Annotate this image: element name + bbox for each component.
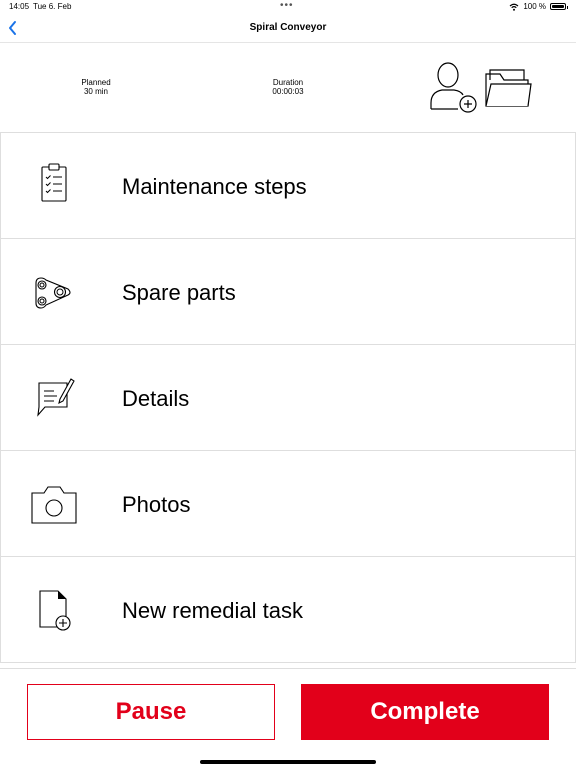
status-bar: 14:05 Tue 6. Feb ••• 100 % <box>0 0 576 16</box>
battery-percent: 100 % <box>523 2 546 11</box>
clipboard-checklist-icon <box>41 163 67 202</box>
add-user-icon[interactable] <box>428 61 478 113</box>
page-title: Spiral Conveyor <box>249 22 327 33</box>
gears-icon <box>35 277 71 309</box>
menu-item-label: Maintenance steps <box>122 174 307 199</box>
multitasking-dots[interactable]: ••• <box>280 0 294 11</box>
menu-item-details[interactable]: Details <box>0 345 576 451</box>
menu-item-label: Details <box>122 386 190 411</box>
duration-stat: Duration 00:00:03 <box>238 78 338 96</box>
complete-button[interactable]: Complete <box>301 684 549 740</box>
status-time: 14:05 <box>9 2 30 11</box>
action-bar: Pause Complete <box>0 668 576 769</box>
menu-item-label: New remedial task <box>122 598 303 623</box>
new-document-icon <box>39 590 71 631</box>
menu-item-label: Spare parts <box>122 280 236 305</box>
status-right: 100 % <box>509 2 568 11</box>
menu-item-maintenance-steps[interactable]: Maintenance steps <box>0 133 576 239</box>
menu-item-new-remedial-task[interactable]: New remedial task <box>0 557 576 663</box>
duration-label: Duration <box>272 78 304 87</box>
navigation-bar: Spiral Conveyor <box>0 16 576 43</box>
camera-icon <box>31 486 77 524</box>
status-date: Tue 6. Feb <box>33 2 72 11</box>
planned-label: Planned <box>81 78 111 87</box>
duration-value: 00:00:03 <box>272 87 304 96</box>
folder-icon[interactable] <box>484 66 532 110</box>
menu-item-spare-parts[interactable]: Spare parts <box>0 239 576 345</box>
planned-value: 30 min <box>83 87 108 96</box>
note-edit-icon <box>37 378 75 417</box>
task-summary: Planned 30 min Duration 00:00:03 <box>0 43 576 132</box>
task-menu: Maintenance steps Spare parts Details Ph… <box>0 132 576 663</box>
planned-stat: Planned 30 min <box>46 78 146 96</box>
wifi-icon <box>509 3 519 11</box>
battery-icon <box>550 3 568 10</box>
pause-button[interactable]: Pause <box>27 684 275 740</box>
menu-item-label: Photos <box>122 492 191 517</box>
menu-item-photos[interactable]: Photos <box>0 451 576 557</box>
home-indicator[interactable] <box>200 760 376 764</box>
